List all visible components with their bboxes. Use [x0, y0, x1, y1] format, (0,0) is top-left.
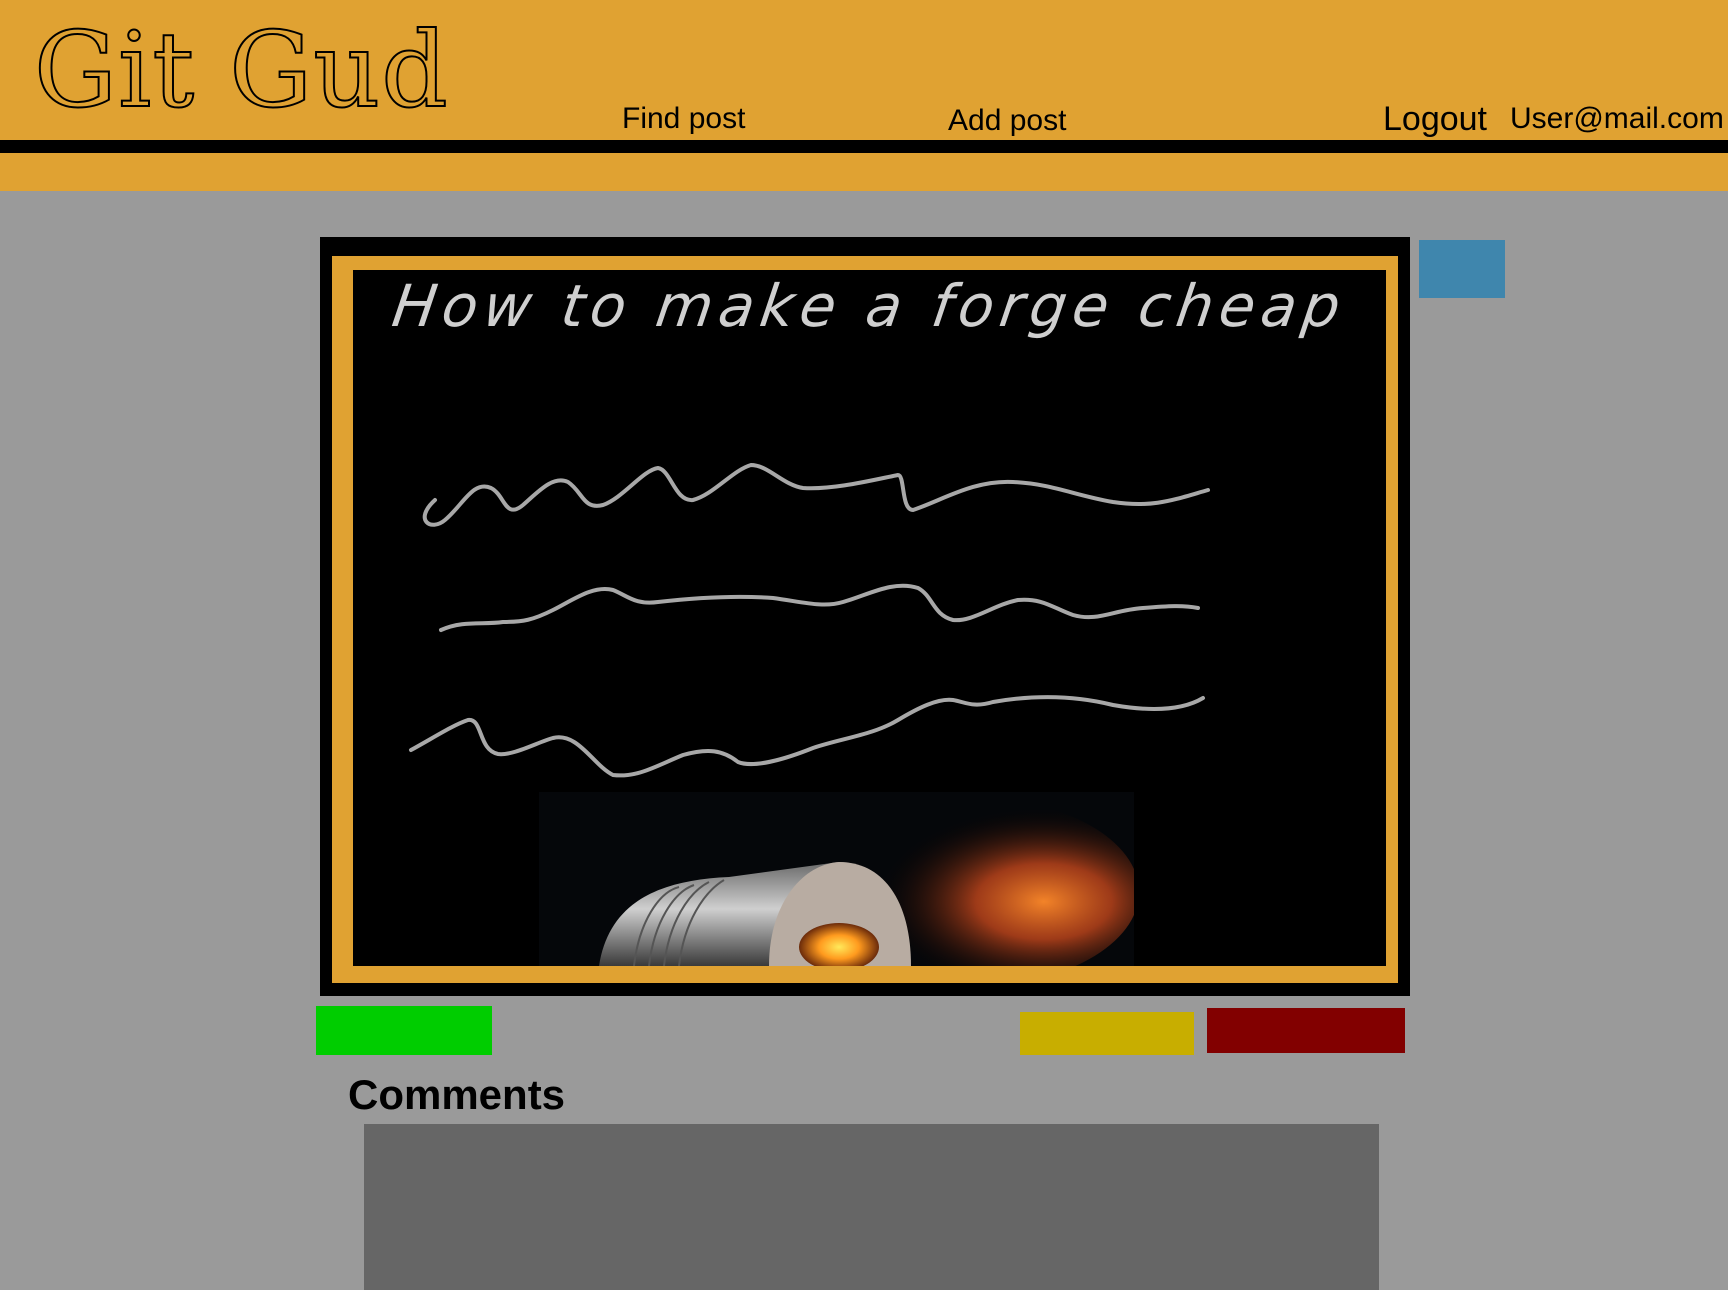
- upvote-button[interactable]: [316, 1006, 492, 1055]
- header-bar: Git Gud Find post Add post Logout User@m…: [0, 0, 1728, 191]
- post-options-button[interactable]: [1419, 240, 1505, 298]
- post-content[interactable]: How to make a forge cheap: [353, 270, 1386, 966]
- site-logo[interactable]: Git Gud: [33, 8, 449, 133]
- header-divider: [0, 140, 1728, 153]
- find-post-link[interactable]: Find post: [622, 104, 745, 134]
- delete-button[interactable]: [1207, 1008, 1405, 1053]
- logout-link[interactable]: Logout: [1383, 102, 1487, 136]
- comments-area[interactable]: [364, 1124, 1379, 1290]
- add-post-link[interactable]: Add post: [948, 106, 1066, 136]
- edit-button[interactable]: [1020, 1012, 1194, 1055]
- user-email[interactable]: User@mail.com: [1510, 104, 1724, 134]
- comments-heading: Comments: [348, 1071, 566, 1118]
- forge-photo: [539, 792, 1134, 966]
